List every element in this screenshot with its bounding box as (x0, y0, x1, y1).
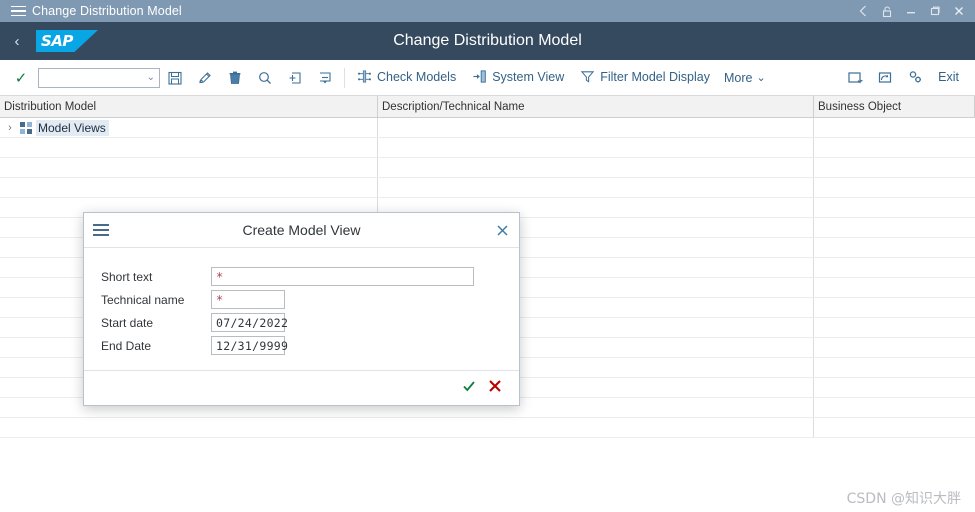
more-label: More (723, 70, 753, 85)
short-text-label: Short text (101, 269, 153, 284)
open-window-icon[interactable] (870, 65, 900, 91)
hamburger-icon[interactable] (84, 224, 118, 236)
customize-icon[interactable] (900, 65, 930, 91)
os-window-title: Change Distribution Model (32, 4, 182, 18)
sap-logo-text: SAP (41, 32, 73, 50)
chevron-right-icon[interactable]: › (4, 122, 16, 134)
dialog-body: Short text * Technical name * Start date… (84, 248, 519, 370)
chevron-down-icon: ⌄ (756, 72, 766, 84)
chevron-down-icon[interactable]: ⌄ (147, 72, 155, 83)
required-marker: * (216, 269, 224, 284)
filter-icon (580, 69, 595, 87)
check-models-label: Check Models (377, 70, 457, 85)
grid-column-headers: Distribution Model Description/Technical… (0, 96, 975, 118)
table-row[interactable] (0, 158, 975, 178)
form-row-start-date: Start date 07/24/2022 (84, 312, 519, 333)
start-date-label: Start date (101, 315, 154, 330)
back-icon[interactable] (851, 0, 875, 22)
hamburger-icon[interactable] (0, 5, 32, 17)
sap-logo[interactable]: SAP (36, 30, 98, 52)
form-row-end-date: End Date 12/31/9999 (84, 335, 519, 356)
dialog-header: Create Model View (84, 213, 519, 248)
end-date-label: End Date (101, 338, 152, 353)
check-models-icon (357, 69, 372, 87)
column-header-business-object[interactable]: Business Object (814, 96, 975, 117)
form-row-short-text: Short text * (84, 266, 519, 287)
model-views-icon (20, 121, 32, 134)
tree-node-model-views[interactable]: › Model Views (4, 119, 109, 136)
filter-model-display-button[interactable]: Filter Model Display (572, 65, 718, 91)
delete-trash-icon[interactable] (220, 65, 250, 91)
toolbar-divider (344, 67, 345, 88)
application-window: Change Distribution Model ‹ SAP Change D… (0, 0, 975, 512)
dialog-title: Create Model View (242, 222, 361, 238)
restore-icon[interactable] (923, 0, 947, 22)
cancel-button[interactable] (487, 378, 503, 399)
description-cell (378, 118, 814, 137)
exit-label: Exit (938, 70, 959, 85)
column-header-description-technical-name[interactable]: Description/Technical Name (378, 96, 814, 117)
technical-name-label: Technical name (101, 292, 185, 307)
footer-background (0, 486, 975, 512)
create-model-view-dialog: Create Model View Short text * Technical… (83, 212, 520, 406)
close-icon[interactable] (485, 224, 519, 237)
application-toolbar: ✓ ⌄ Check Models System View Filter Mode… (0, 60, 975, 96)
os-window-controls (851, 0, 975, 22)
tree-cell[interactable]: › Model Views (0, 118, 378, 137)
page-title: Change Distribution Model (393, 32, 582, 49)
watermark-text: CSDN @知识大胖 (846, 491, 961, 507)
command-field[interactable]: ⌄ (38, 67, 160, 88)
find-icon[interactable] (250, 65, 280, 91)
sap-shell-header: ‹ SAP Change Distribution Model (0, 22, 975, 60)
business-object-cell (814, 118, 975, 137)
edit-pencil-icon[interactable] (190, 65, 220, 91)
check-models-button[interactable]: Check Models (349, 65, 464, 91)
system-view-button[interactable]: System View (464, 65, 572, 91)
expand-node-icon[interactable] (280, 65, 310, 91)
table-row[interactable]: › Model Views (0, 118, 975, 138)
close-icon[interactable] (947, 0, 971, 22)
column-header-distribution-model[interactable]: Distribution Model (0, 96, 378, 117)
new-window-icon[interactable] (840, 65, 870, 91)
tree-node-label: Model Views (36, 119, 109, 136)
confirm-button[interactable] (461, 378, 477, 399)
dialog-footer (84, 370, 519, 405)
table-row[interactable] (0, 178, 975, 198)
technical-name-input[interactable]: * (211, 290, 285, 309)
shell-back-icon[interactable]: ‹ (0, 33, 34, 50)
form-row-technical-name: Technical name * (84, 289, 519, 310)
minimize-icon[interactable] (899, 0, 923, 22)
system-view-label: System View (492, 70, 565, 85)
enter-confirm-icon[interactable]: ✓ (8, 69, 34, 87)
short-text-input[interactable]: * (211, 267, 474, 286)
more-button[interactable]: More ⌄ (718, 71, 772, 85)
save-icon[interactable] (160, 65, 190, 91)
table-row[interactable] (0, 138, 975, 158)
start-date-input[interactable]: 07/24/2022 (211, 313, 288, 332)
exit-button[interactable]: Exit (930, 65, 967, 91)
filter-model-display-label: Filter Model Display (600, 70, 710, 85)
table-row[interactable] (0, 418, 975, 438)
required-marker: * (216, 292, 224, 307)
system-view-icon (472, 69, 487, 87)
end-date-input[interactable]: 12/31/9999 (211, 336, 288, 355)
collapse-node-icon[interactable] (310, 65, 340, 91)
os-title-bar: Change Distribution Model (0, 0, 975, 22)
unlock-icon[interactable] (875, 0, 899, 22)
